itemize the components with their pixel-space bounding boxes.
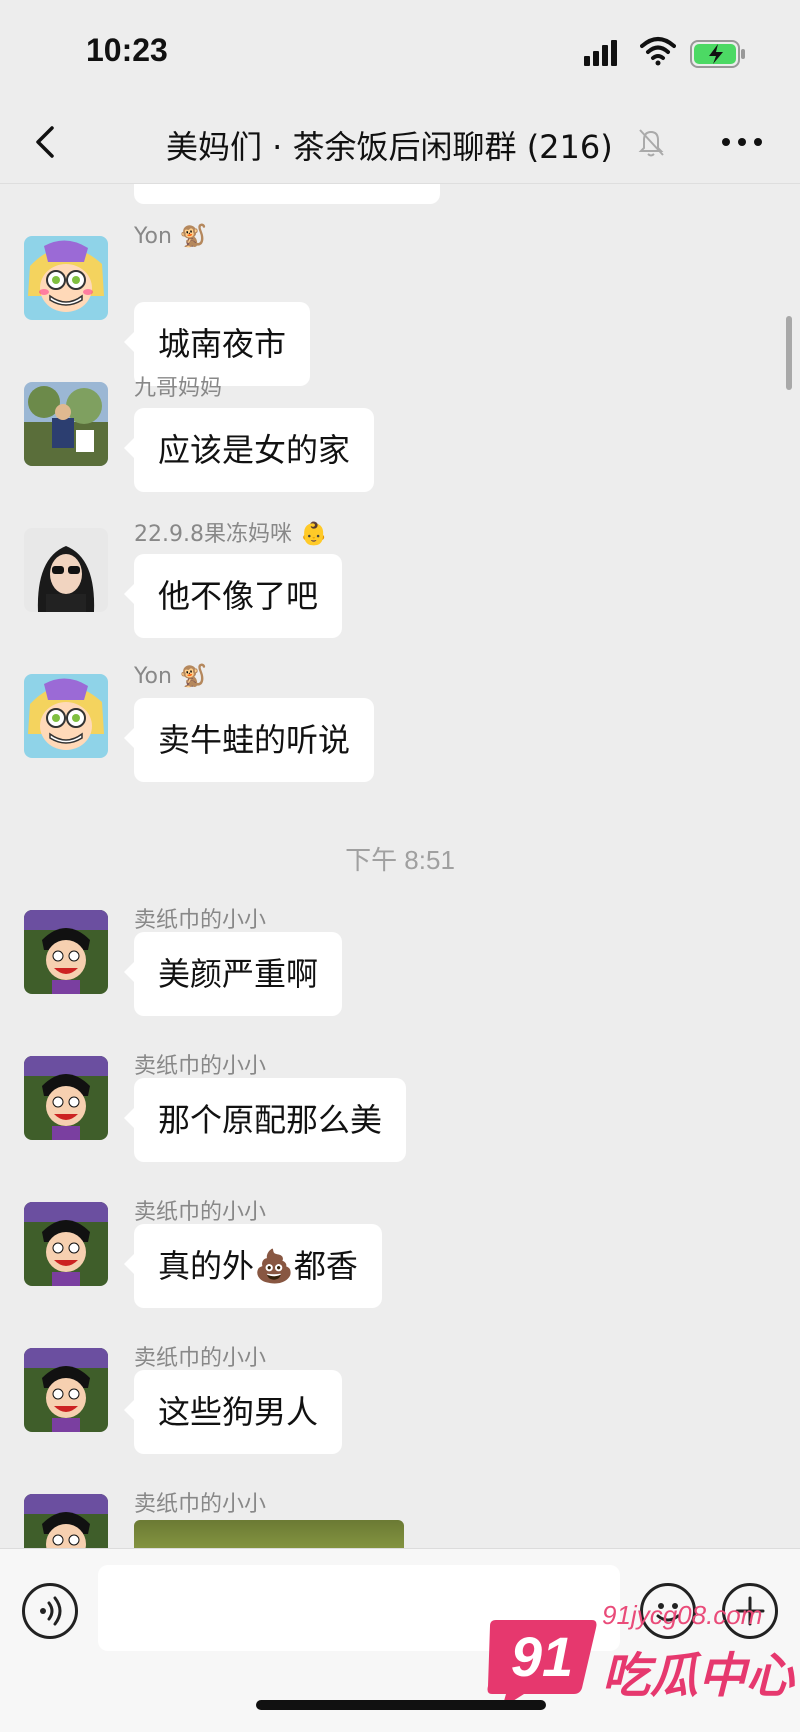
voice-button[interactable] bbox=[22, 1583, 78, 1639]
sender-name: 卖纸巾的小小 bbox=[134, 908, 267, 933]
avatar[interactable] bbox=[24, 1494, 108, 1548]
watermark-logo: 91 bbox=[487, 1620, 597, 1708]
message-bubble[interactable]: 卖牛蛙的听说 bbox=[123, 698, 375, 782]
back-icon[interactable] bbox=[24, 118, 68, 166]
sender-name: Yon 🐒 bbox=[134, 224, 208, 249]
sender-name: 卖纸巾的小小 bbox=[134, 1492, 267, 1517]
more-icon[interactable] bbox=[720, 128, 764, 156]
sender-name: 22.9.8果冻妈咪 👶 bbox=[134, 522, 328, 547]
avatar[interactable] bbox=[24, 382, 108, 466]
sender-name: 卖纸巾的小小 bbox=[134, 1054, 267, 1079]
status-bar: 10:23 bbox=[0, 0, 800, 100]
voice-icon bbox=[40, 1596, 62, 1626]
message-bubble[interactable]: 他不像了吧 bbox=[123, 554, 343, 638]
message-bubble[interactable]: 这些狗男人 bbox=[123, 1370, 343, 1454]
battery-charging-icon bbox=[690, 40, 745, 68]
partial-message-bubble bbox=[134, 184, 440, 204]
avatar[interactable] bbox=[24, 528, 108, 612]
status-time: 10:23 bbox=[86, 32, 168, 68]
message-bubble[interactable]: 真的外💩都香 bbox=[124, 1224, 382, 1308]
avatar[interactable] bbox=[24, 1348, 108, 1432]
home-indicator bbox=[256, 1700, 546, 1710]
time-divider: 下午 8:51 bbox=[345, 845, 455, 875]
avatar[interactable] bbox=[24, 1056, 108, 1140]
watermark-url: 91jycg08.com bbox=[602, 1600, 763, 1630]
chat-title: 美妈们 · 茶余饭后闲聊群 (216) bbox=[166, 128, 613, 166]
avatar[interactable] bbox=[24, 1202, 108, 1286]
scrollbar[interactable] bbox=[786, 316, 792, 390]
message-bubble[interactable]: 应该是女的家 bbox=[123, 408, 375, 492]
mute-icon bbox=[638, 129, 664, 157]
sender-name: 卖纸巾的小小 bbox=[134, 1200, 267, 1225]
avatar[interactable] bbox=[24, 236, 108, 320]
avatar[interactable] bbox=[24, 674, 108, 758]
wifi-icon bbox=[640, 37, 676, 66]
nav-bar: 美妈们 · 茶余饭后闲聊群 (216) bbox=[0, 100, 800, 184]
watermark-name: 吃瓜中心 bbox=[602, 1648, 795, 1704]
chat-area[interactable]: Yon 🐒 城南夜市 九哥妈妈 应该是女的家 22.9.8果冻妈咪 👶 他不像了… bbox=[0, 184, 800, 1548]
message-bubble[interactable]: 美颜严重啊 bbox=[123, 932, 343, 1016]
sender-name: 卖纸巾的小小 bbox=[134, 1346, 267, 1371]
watermark-logo-text: 91 bbox=[511, 1625, 573, 1688]
image-message[interactable] bbox=[134, 1520, 404, 1548]
signal-icon bbox=[584, 40, 617, 66]
avatar[interactable] bbox=[24, 910, 108, 994]
sender-name: 九哥妈妈 bbox=[134, 376, 223, 401]
sender-name: Yon 🐒 bbox=[134, 664, 208, 689]
message-bubble[interactable]: 那个原配那么美 bbox=[123, 1078, 407, 1162]
